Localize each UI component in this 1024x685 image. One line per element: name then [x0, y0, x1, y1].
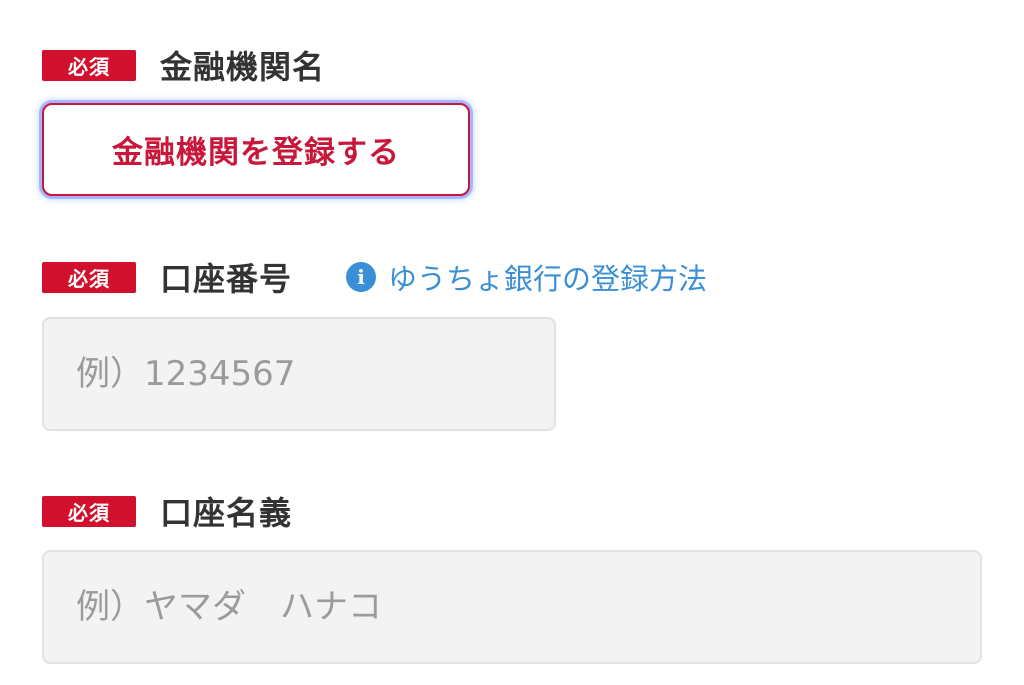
account-number-label: 口座番号 — [160, 260, 293, 298]
bank-name-label-row: 必須 金融機関名 — [42, 42, 325, 88]
yucho-registration-help-link[interactable]: i ゆうちょ銀行の登録方法 — [346, 256, 707, 298]
info-icon: i — [346, 262, 377, 292]
bank-name-label: 金融機関名 — [160, 48, 326, 86]
account-holder-label: 口座名義 — [160, 494, 293, 532]
help-link-text: ゆうちょ銀行の登録方法 — [388, 262, 708, 296]
bank-account-form: 必須 金融機関名 金融機関を登録する 必須 口座番号 i ゆうちょ銀行の登録方法… — [0, 0, 1024, 685]
account-number-label-row: 必須 口座番号 i ゆうちょ銀行の登録方法 — [42, 254, 707, 300]
required-badge: 必須 — [42, 49, 136, 81]
required-badge: 必須 — [42, 261, 136, 293]
account-number-input[interactable] — [42, 317, 556, 431]
account-holder-input[interactable] — [42, 550, 982, 664]
account-holder-label-row: 必須 口座名義 — [42, 488, 292, 534]
register-bank-button[interactable]: 金融機関を登録する — [42, 103, 470, 196]
required-badge: 必須 — [42, 495, 136, 527]
